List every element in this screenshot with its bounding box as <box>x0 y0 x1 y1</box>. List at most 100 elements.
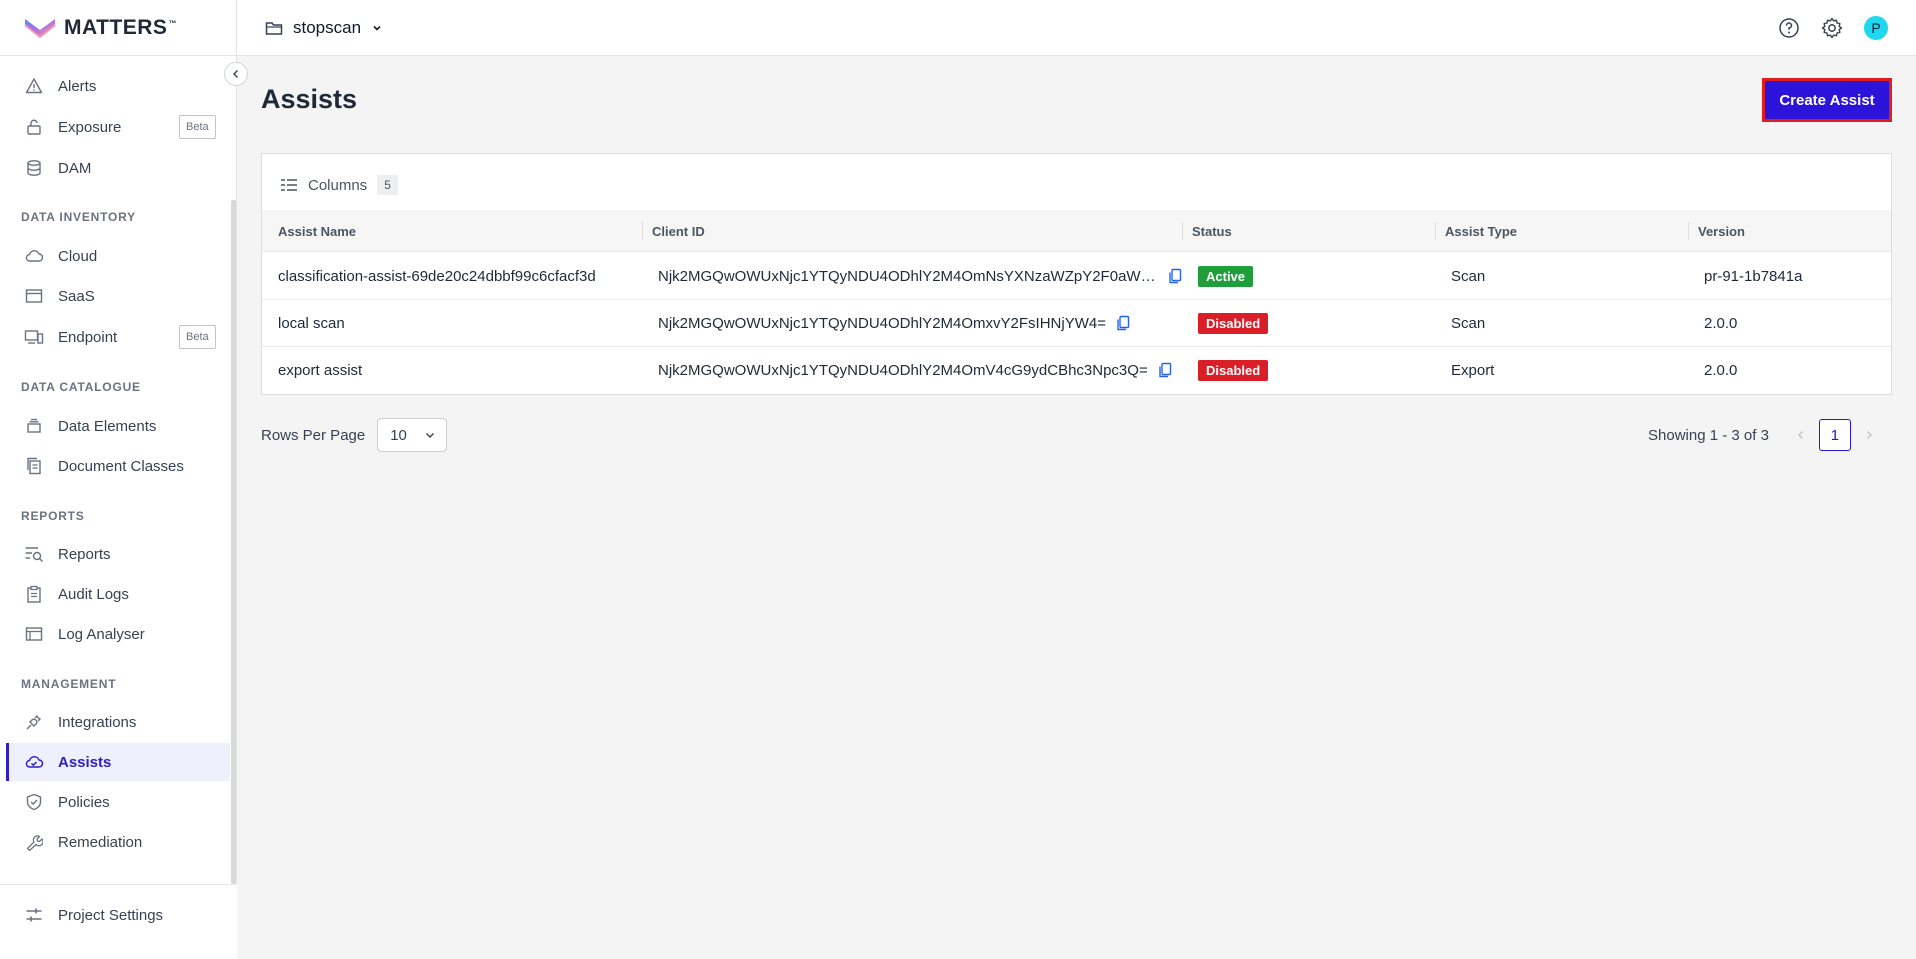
sidebar-item-remediation[interactable]: Remediation <box>6 823 230 861</box>
columns-label: Columns <box>308 176 368 194</box>
sidebar-scrollbar[interactable] <box>231 200 236 884</box>
folder-icon <box>265 21 283 35</box>
sliders-icon <box>24 905 44 925</box>
copy-icon[interactable] <box>1116 315 1130 331</box>
sidebar-item-exposure[interactable]: Exposure Beta <box>6 108 230 146</box>
status-badge: Disabled <box>1198 312 1269 334</box>
page-title: Assists <box>261 84 358 114</box>
column-header-status[interactable]: Status <box>1183 210 1433 252</box>
copy-icon[interactable] <box>1158 362 1172 378</box>
chevron-left-icon <box>233 70 238 78</box>
client-id-text: Njk2MGQwOWUxNjc1YTQyNDU4ODhlY2M4OmV4cG9y… <box>658 361 1148 379</box>
previous-page-button[interactable] <box>1791 419 1811 451</box>
sidebar-item-label: Project Settings <box>58 906 164 924</box>
chevron-down-icon <box>426 433 435 438</box>
table-row[interactable]: classification-assist-69de20c24dbbf99c6c… <box>262 253 1891 300</box>
version-cell: pr-91-1b7841a <box>1704 267 1803 285</box>
client-id-cell: Njk2MGQwOWUxNjc1YTQyNDU4ODhlY2M4OmV4cG9y… <box>642 347 1182 393</box>
client-id-text: Njk2MGQwOWUxNjc1YTQyNDU4ODhlY2M4OmxvY2Fs… <box>658 314 1106 332</box>
status-cell: Disabled <box>1182 347 1435 393</box>
assist-type-cell: Export <box>1451 361 1495 379</box>
assist-cloud-check-icon <box>24 752 44 772</box>
sidebar-item-integrations[interactable]: Integrations <box>6 703 230 741</box>
sidebar-item-audit-logs[interactable]: Audit Logs <box>6 575 230 613</box>
sidebar-item-reports[interactable]: Reports <box>6 535 230 573</box>
sidebar-item-endpoint[interactable]: Endpoint Beta <box>6 318 230 356</box>
columns-count: 5 <box>377 175 398 195</box>
sidebar-item-label: Exposure <box>58 118 122 136</box>
column-header-assist-type[interactable]: Assist Type <box>1436 210 1686 252</box>
user-avatar[interactable]: P <box>1864 16 1888 40</box>
version-cell: 2.0.0 <box>1704 361 1738 379</box>
cloud-icon <box>24 246 44 266</box>
rows-per-page-select[interactable]: 10 <box>377 418 448 452</box>
pagination: Showing 1 - 3 of 3 1 <box>1648 419 1879 451</box>
table-row[interactable]: local scan Njk2MGQwOWUxNjc1YTQyNDU4ODhlY… <box>262 300 1891 347</box>
column-header-version[interactable]: Version <box>1689 210 1889 252</box>
status-badge: Active <box>1198 265 1254 287</box>
section-title-management: MANAGEMENT <box>21 677 117 691</box>
rows-per-page-value: 10 <box>390 426 407 444</box>
sidebar-item-data-elements[interactable]: Data Elements <box>6 407 230 445</box>
sidebar-item-label: Assists <box>58 753 112 771</box>
column-header-assist-name[interactable]: Assist Name <box>269 210 569 252</box>
showing-range: Showing 1 - 3 of 3 <box>1648 426 1769 444</box>
status-cell: Disabled <box>1182 300 1435 346</box>
chevron-down-icon <box>373 25 381 31</box>
sidebar-item-label: Integrations <box>58 713 137 731</box>
sidebar-item-project-settings[interactable]: Project Settings <box>6 896 230 934</box>
sidebar-item-dam[interactable]: DAM <box>6 149 230 187</box>
settings-gear-icon[interactable] <box>1820 16 1844 40</box>
section-title-data-inventory: DATA INVENTORY <box>21 210 136 224</box>
brand-name: MATTERS™ <box>64 15 177 39</box>
sidebar-item-label: Cloud <box>58 247 98 265</box>
table-header: Assist Name Client ID Status Assist Type… <box>262 210 1891 252</box>
assist-name-cell: classification-assist-69de20c24dbbf99c6c… <box>278 267 596 285</box>
help-icon[interactable] <box>1778 17 1800 39</box>
sidebar-item-label: Policies <box>58 793 110 811</box>
browser-window-icon <box>24 286 44 306</box>
project-switcher[interactable]: stopscan <box>265 18 383 38</box>
assist-type-cell: Scan <box>1451 314 1486 332</box>
database-icon <box>24 158 44 178</box>
create-assist-button[interactable]: Create Assist <box>1762 78 1892 122</box>
column-header-client-id[interactable]: Client ID <box>643 210 1183 252</box>
columns-list-icon <box>281 179 297 191</box>
sidebar-item-policies[interactable]: Policies <box>6 783 230 821</box>
lock-open-icon <box>24 117 44 137</box>
logo[interactable]: MATTERS™ <box>0 0 237 56</box>
sidebar-item-label: Document Classes <box>58 457 184 475</box>
client-id-cell: Njk2MGQwOWUxNjc1YTQyNDU4ODhlY2M4OmxvY2Fs… <box>642 300 1182 346</box>
next-page-button[interactable] <box>1859 419 1879 451</box>
sidebar-item-log-analyser[interactable]: Log Analyser <box>6 615 230 653</box>
assist-name-cell: export assist <box>278 361 363 379</box>
documents-icon <box>24 456 44 476</box>
copy-icon[interactable] <box>1168 268 1182 284</box>
status-cell: Active <box>1182 253 1435 299</box>
sidebar-item-label: SaaS <box>58 287 95 305</box>
sidebar-item-alerts[interactable]: Alerts <box>6 67 230 105</box>
rows-per-page-label: Rows Per Page <box>261 426 366 444</box>
beta-badge: Beta <box>179 115 216 139</box>
matters-logo-icon <box>24 18 56 38</box>
shield-check-icon <box>24 792 44 812</box>
devices-icon <box>24 327 44 347</box>
page-number-button[interactable]: 1 <box>1818 419 1851 451</box>
sidebar-item-saas[interactable]: SaaS <box>6 277 230 315</box>
clipboard-icon <box>24 584 44 604</box>
rows-per-page-control: Rows Per Page 10 <box>261 418 448 452</box>
sidebar-item-document-classes[interactable]: Document Classes <box>6 447 230 485</box>
columns-toggle[interactable]: Columns 5 <box>280 174 398 196</box>
sidebar-item-cloud[interactable]: Cloud <box>6 237 230 275</box>
top-bar: MATTERS™ stopscan P <box>0 0 1916 56</box>
section-title-data-catalogue: DATA CATALOGUE <box>21 380 141 394</box>
table-row[interactable]: export assist Njk2MGQwOWUxNjc1YTQyNDU4OD… <box>262 347 1891 394</box>
wrench-icon <box>24 832 44 852</box>
sidebar-item-assists[interactable]: Assists <box>6 743 230 781</box>
collapse-sidebar-button[interactable] <box>224 62 248 86</box>
assists-table-card: Columns 5 Assist Name Client ID Status A… <box>261 153 1892 395</box>
stack-layers-icon <box>24 416 44 436</box>
beta-badge: Beta <box>179 325 216 349</box>
sidebar-item-label: Audit Logs <box>58 585 129 603</box>
chevron-right-icon <box>1866 431 1872 439</box>
